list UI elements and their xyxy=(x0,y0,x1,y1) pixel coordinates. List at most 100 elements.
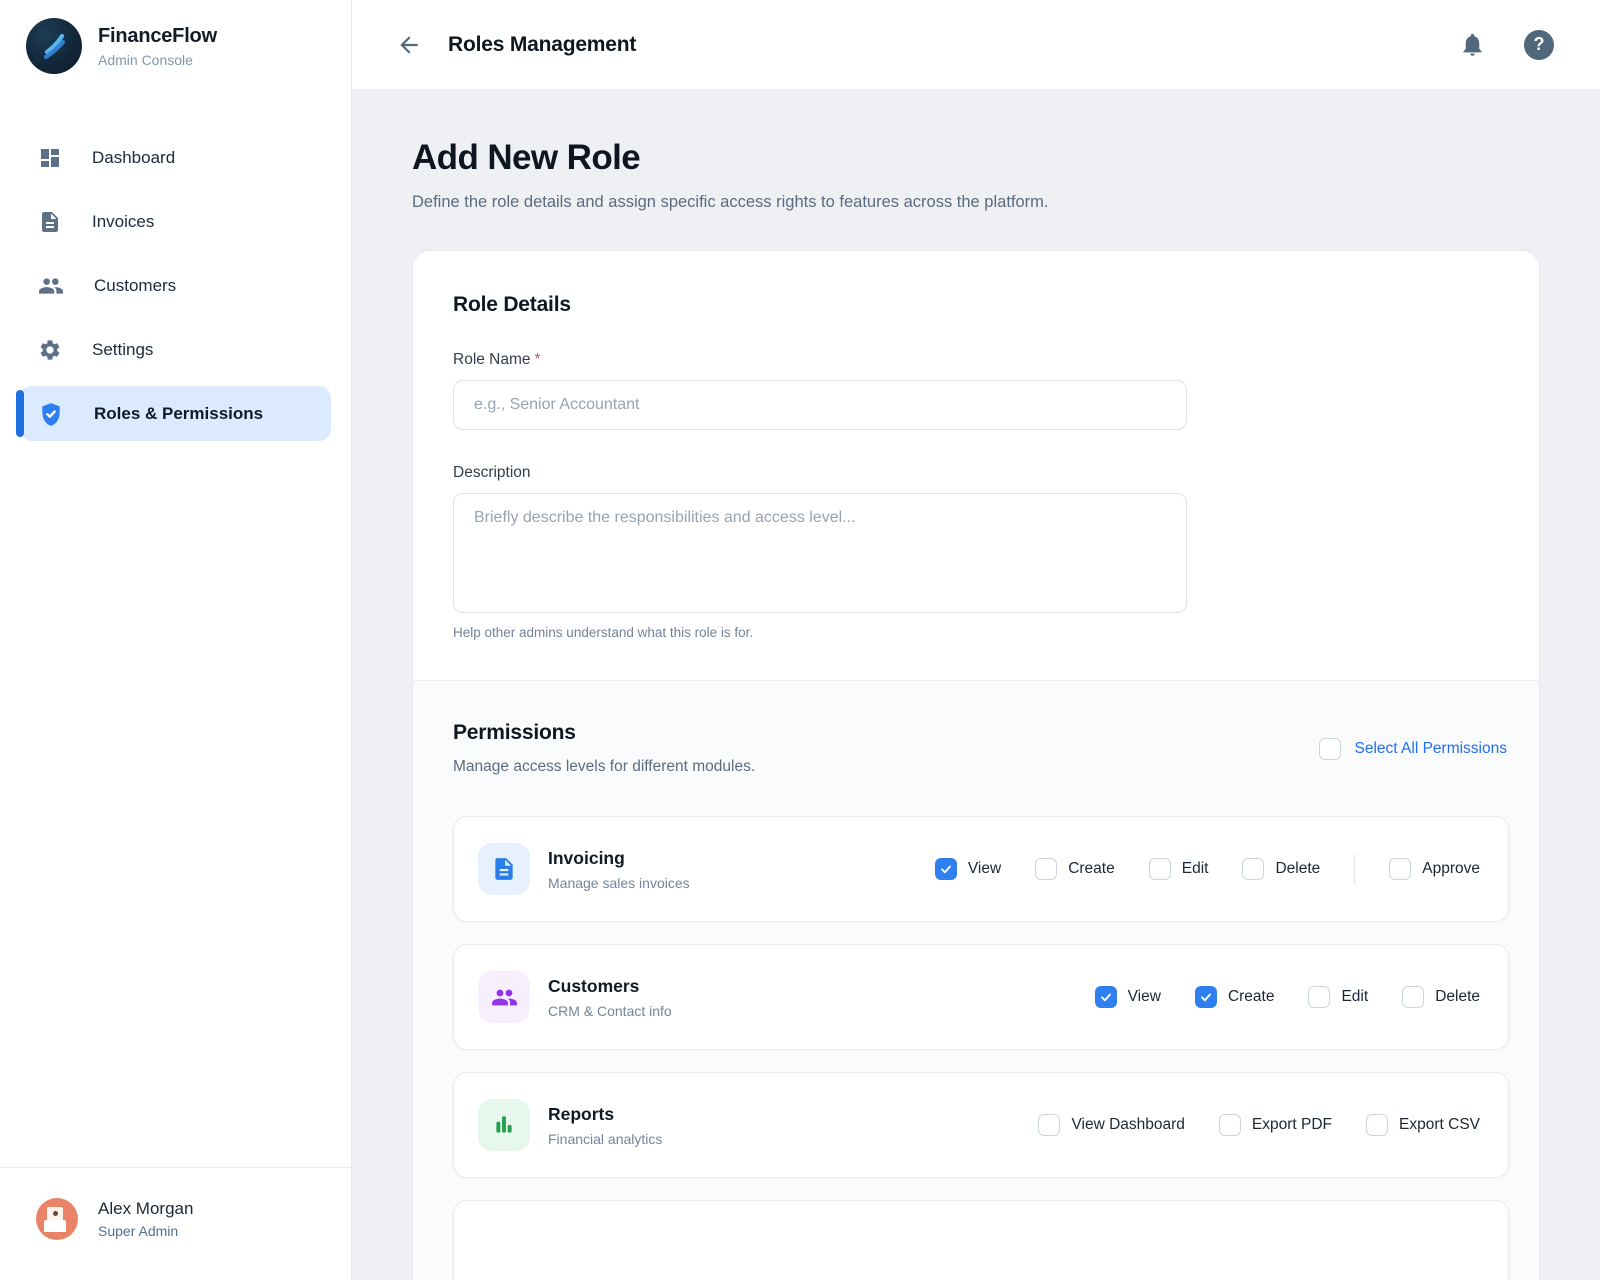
permissions-section: Permissions Manage access levels for dif… xyxy=(413,680,1539,1280)
content-area: Add New Role Define the role details and… xyxy=(352,90,1600,1280)
checkbox-box xyxy=(1402,986,1424,1008)
checkbox-box xyxy=(1095,986,1117,1008)
sidebar-item-label: Settings xyxy=(92,340,153,360)
description-label: Description xyxy=(453,464,1499,482)
page-header-title: Roles Management xyxy=(448,33,636,57)
description-textarea[interactable] xyxy=(453,493,1187,613)
select-all-label: Select All Permissions xyxy=(1355,740,1507,758)
checkbox-label: View xyxy=(1128,988,1161,1006)
module-description: Manage sales invoices xyxy=(548,875,690,891)
people-icon xyxy=(478,971,530,1023)
top-bar: Roles Management ? xyxy=(352,0,1600,90)
role-details-title: Role Details xyxy=(453,293,1499,317)
help-button[interactable]: ? xyxy=(1524,30,1554,60)
create-checkbox[interactable]: Create xyxy=(1195,986,1275,1008)
checkbox-box xyxy=(1242,858,1264,880)
permissions-subtitle: Manage access levels for different modul… xyxy=(453,758,755,776)
role-name-input[interactable] xyxy=(453,380,1187,430)
edit-checkbox[interactable]: Edit xyxy=(1308,986,1368,1008)
checkbox-label: Delete xyxy=(1275,860,1320,878)
module-description: Financial analytics xyxy=(548,1131,662,1147)
export-pdf-checkbox[interactable]: Export PDF xyxy=(1219,1114,1332,1136)
sidebar-item-settings[interactable]: Settings xyxy=(20,322,331,377)
settings-icon xyxy=(38,338,62,362)
checkbox-box xyxy=(1319,738,1341,760)
required-asterisk: * xyxy=(535,351,541,368)
sidebar-item-label: Invoices xyxy=(92,212,154,232)
module-description: CRM & Contact info xyxy=(548,1003,672,1019)
checkbox-box xyxy=(1219,1114,1241,1136)
brand: FinanceFlow Admin Console xyxy=(0,0,351,74)
description-helper-text: Help other admins understand what this r… xyxy=(453,625,1499,640)
module-options: View Create Edit Delete Approve xyxy=(935,854,1480,884)
create-checkbox[interactable]: Create xyxy=(1035,858,1115,880)
edit-checkbox[interactable]: Edit xyxy=(1149,858,1209,880)
module-name: Invoicing xyxy=(548,848,690,869)
user-name: Alex Morgan xyxy=(98,1199,193,1219)
module-row-reports: Reports Financial analytics View Dashboa… xyxy=(453,1072,1509,1178)
user-profile[interactable]: Alex Morgan Super Admin xyxy=(0,1167,351,1280)
avatar xyxy=(36,1198,78,1240)
checkbox-box xyxy=(1038,1114,1060,1136)
module-list: Invoicing Manage sales invoices View Crea… xyxy=(453,816,1509,1280)
brand-subtitle: Admin Console xyxy=(98,52,217,68)
checkbox-box xyxy=(1308,986,1330,1008)
checkbox-label: Create xyxy=(1068,860,1115,878)
dashboard-icon xyxy=(38,146,62,170)
arrow-left-icon xyxy=(396,32,422,58)
sidebar-item-label: Roles & Permissions xyxy=(94,404,263,424)
customers-icon xyxy=(38,273,64,299)
checkbox-label: Approve xyxy=(1422,860,1480,878)
delete-checkbox[interactable]: Delete xyxy=(1402,986,1480,1008)
checkbox-label: Edit xyxy=(1182,860,1209,878)
export-csv-checkbox[interactable]: Export CSV xyxy=(1366,1114,1480,1136)
page-title: Add New Role xyxy=(412,138,1540,178)
options-divider xyxy=(1354,854,1355,884)
main-area: Roles Management ? Add New Role Define t… xyxy=(352,0,1600,1280)
checkbox-label: Create xyxy=(1228,988,1275,1006)
approve-checkbox[interactable]: Approve xyxy=(1389,858,1480,880)
view-checkbox[interactable]: View xyxy=(1095,986,1161,1008)
checkbox-label: Delete xyxy=(1435,988,1480,1006)
bell-icon xyxy=(1459,31,1486,58)
checkbox-box xyxy=(1149,858,1171,880)
role-details-section: Role Details Role Name* Description Help… xyxy=(413,251,1539,680)
notifications-button[interactable] xyxy=(1459,31,1486,58)
module-options: View Dashboard Export PDF Export CSV xyxy=(1038,1114,1480,1136)
user-role: Super Admin xyxy=(98,1223,193,1239)
module-row-partial xyxy=(453,1200,1509,1280)
checkbox-label: Export PDF xyxy=(1252,1116,1332,1134)
sidebar-item-dashboard[interactable]: Dashboard xyxy=(20,130,331,185)
delete-checkbox[interactable]: Delete xyxy=(1242,858,1320,880)
sidebar-item-label: Dashboard xyxy=(92,148,175,168)
module-name: Customers xyxy=(548,976,672,997)
page-subtitle: Define the role details and assign speci… xyxy=(412,193,1540,212)
module-row-customers: Customers CRM & Contact info View Create E… xyxy=(453,944,1509,1050)
view-checkbox[interactable]: View xyxy=(935,858,1001,880)
module-name: Reports xyxy=(548,1104,662,1125)
select-all-permissions-checkbox[interactable]: Select All Permissions xyxy=(1319,738,1507,760)
checkbox-label: Edit xyxy=(1341,988,1368,1006)
sidebar-nav: Dashboard Invoices Customers Settings Ro… xyxy=(0,130,351,441)
role-form-card: Role Details Role Name* Description Help… xyxy=(412,250,1540,1280)
sidebar-item-label: Customers xyxy=(94,276,176,296)
sidebar-item-roles-permissions[interactable]: Roles & Permissions xyxy=(20,386,331,441)
help-icon: ? xyxy=(1524,30,1554,60)
financeflow-logo-icon xyxy=(26,18,82,74)
shield-check-icon xyxy=(38,401,64,427)
bar-chart-icon xyxy=(478,1099,530,1151)
permissions-title: Permissions xyxy=(453,721,755,745)
sidebar-item-invoices[interactable]: Invoices xyxy=(20,194,331,249)
sidebar: FinanceFlow Admin Console Dashboard Invo… xyxy=(0,0,352,1280)
checkbox-label: Export CSV xyxy=(1399,1116,1480,1134)
back-button[interactable] xyxy=(396,32,422,58)
checkbox-box xyxy=(1389,858,1411,880)
module-options: View Create Edit Delete xyxy=(1095,986,1480,1008)
checkbox-label: View xyxy=(968,860,1001,878)
checkbox-box xyxy=(935,858,957,880)
checkbox-label: View Dashboard xyxy=(1071,1116,1184,1134)
view-dashboard-checkbox[interactable]: View Dashboard xyxy=(1038,1114,1184,1136)
sidebar-item-customers[interactable]: Customers xyxy=(20,258,331,313)
invoice-icon xyxy=(38,210,62,234)
checkbox-box xyxy=(1195,986,1217,1008)
